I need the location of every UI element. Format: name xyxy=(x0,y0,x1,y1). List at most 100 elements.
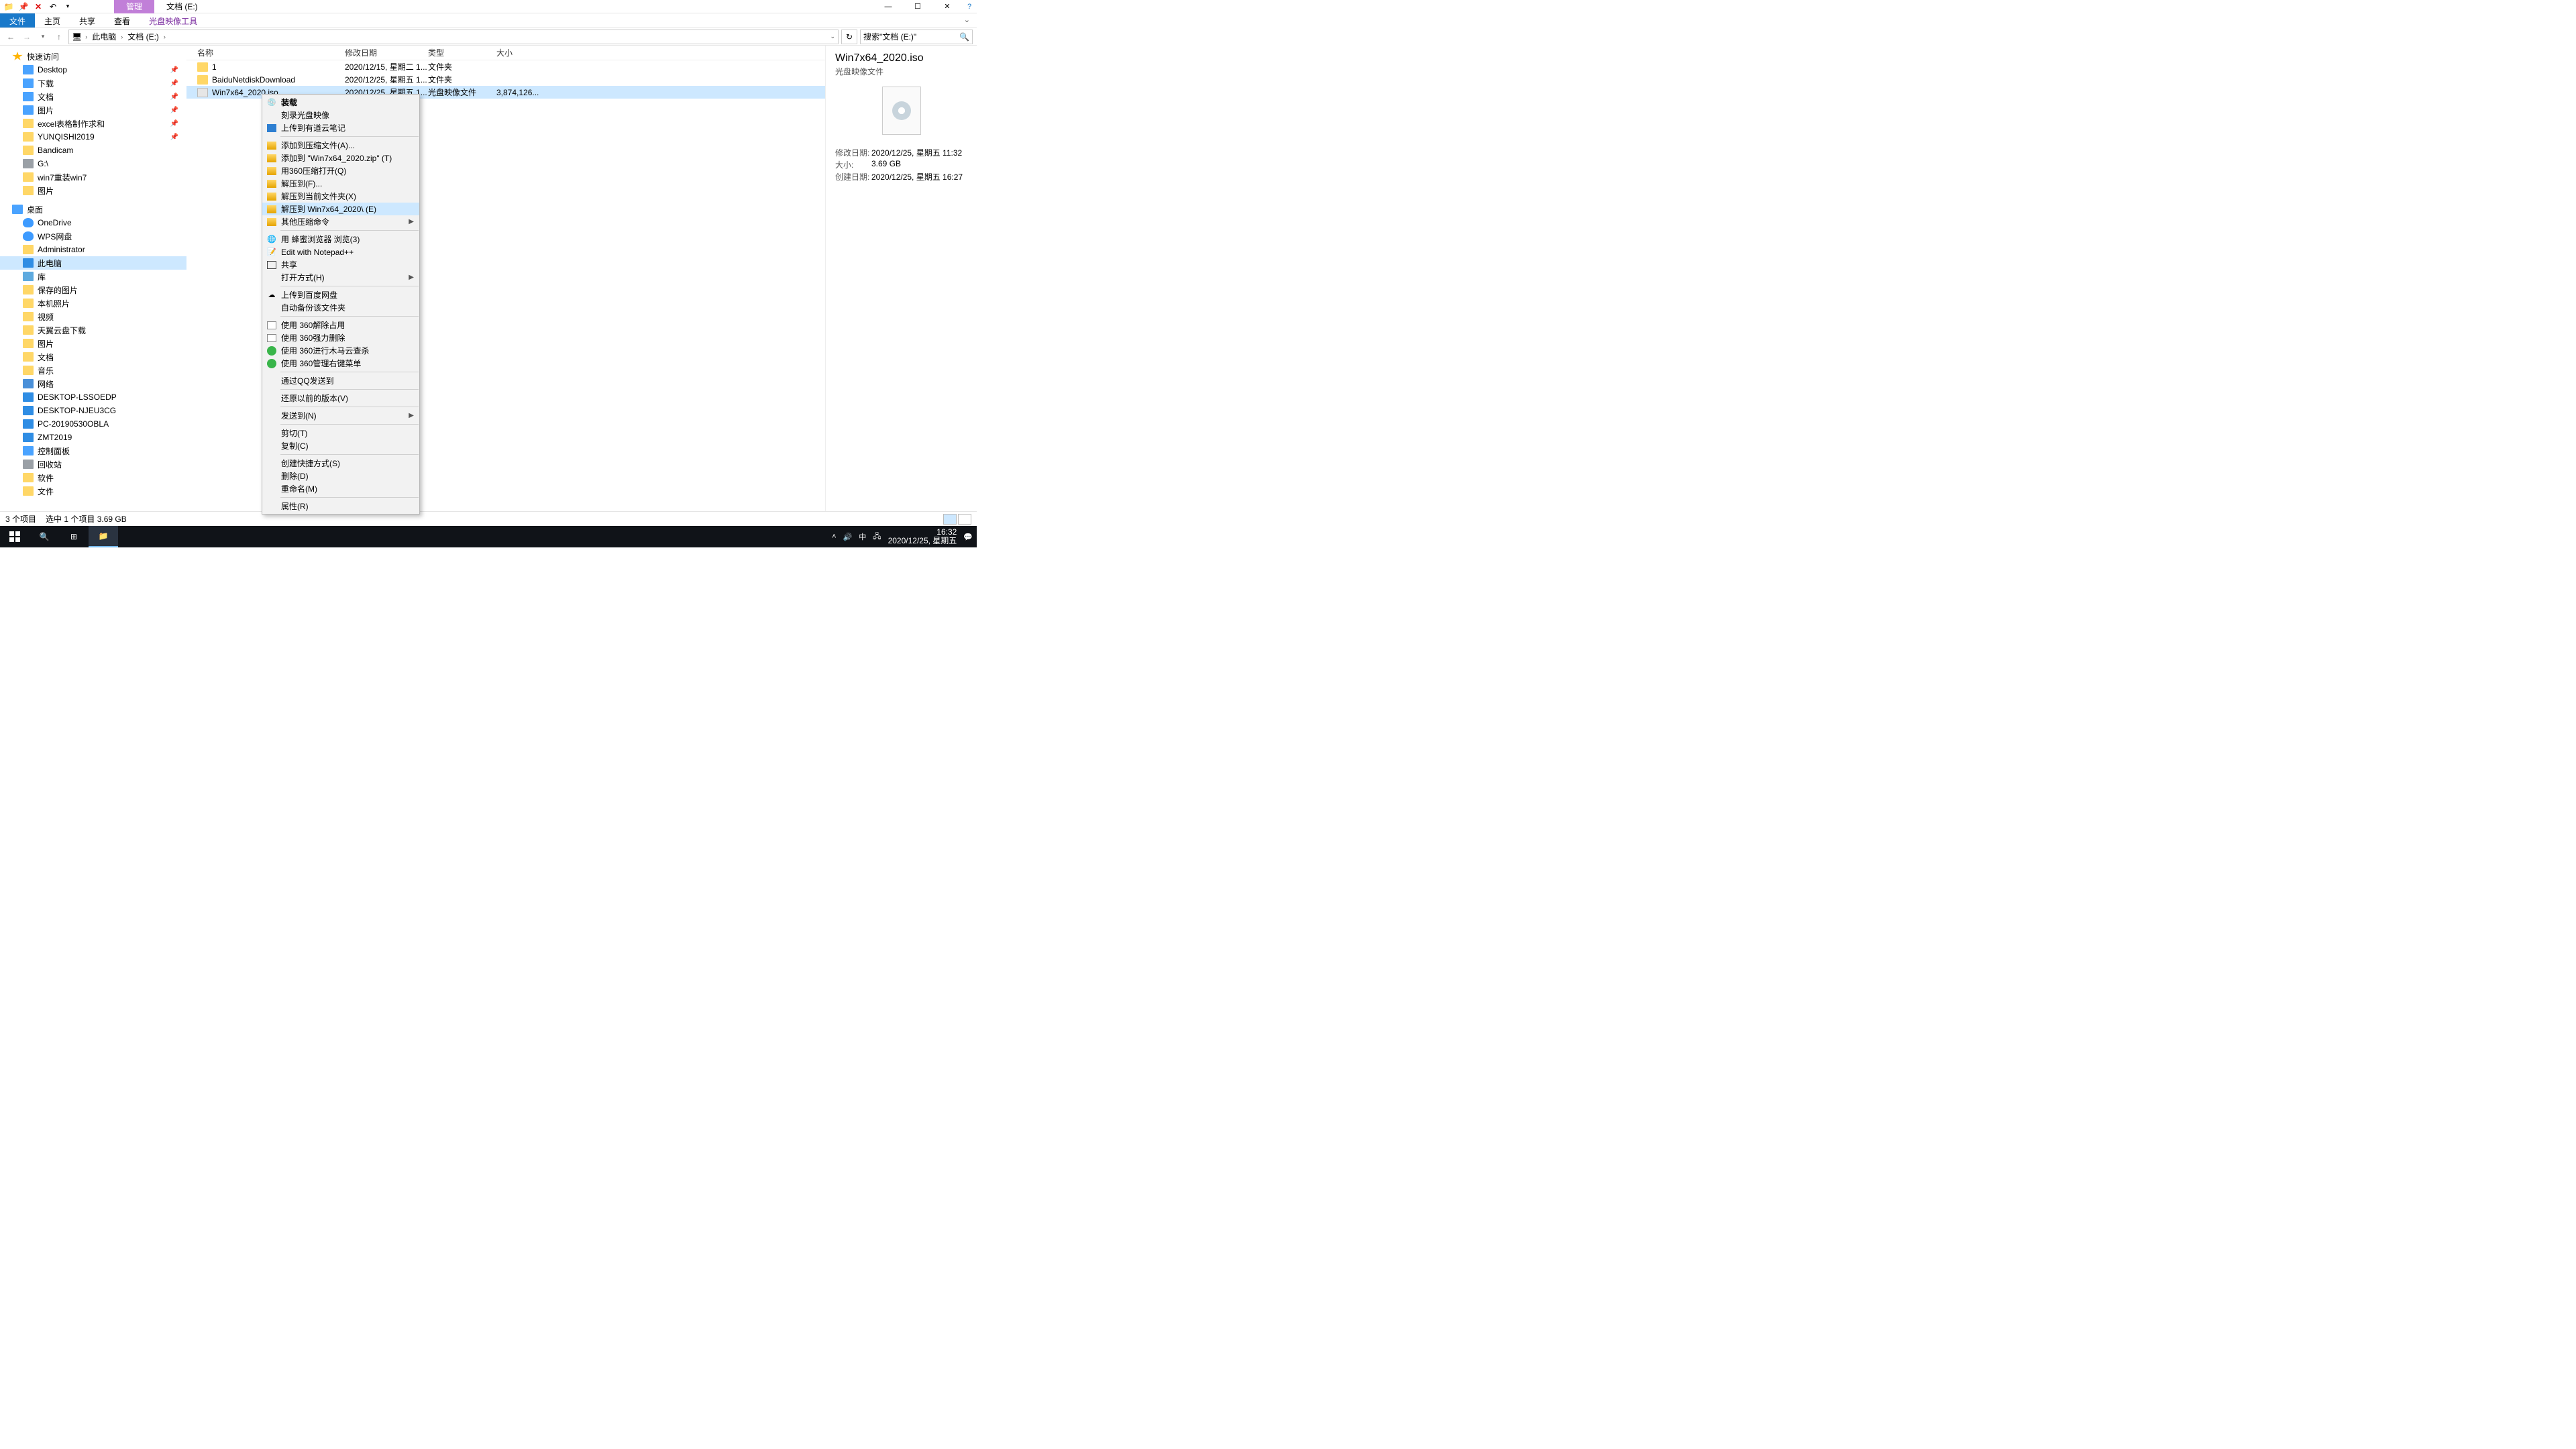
nav-up-button[interactable]: ↑ xyxy=(52,30,66,44)
nav-control[interactable]: 控制面板 xyxy=(0,444,186,458)
ctx-add-archive[interactable]: 添加到压缩文件(A)... xyxy=(262,139,419,152)
ctx-360-forcedel[interactable]: 使用 360强力删除 xyxy=(262,331,419,344)
nav-pics3[interactable]: 图片 xyxy=(0,337,186,350)
taskbar-clock[interactable]: 16:32 2020/12/25, 星期五 xyxy=(888,528,957,545)
network-icon[interactable]: 🖧 xyxy=(873,531,881,543)
nav-wps[interactable]: WPS网盘 xyxy=(0,229,186,243)
nav-network[interactable]: 网络 xyxy=(0,377,186,390)
nav-desktop-root[interactable]: 桌面 xyxy=(0,203,186,216)
nav-yunqishi[interactable]: YUNQISHI2019📌 xyxy=(0,130,186,144)
refresh-button[interactable]: ↻ xyxy=(841,30,857,44)
nav-pc3[interactable]: PC-20190530OBLA xyxy=(0,417,186,431)
ctx-browser[interactable]: 🌐用 蜂蜜浏览器 浏览(3) xyxy=(262,233,419,246)
nav-pc2[interactable]: DESKTOP-NJEU3CG xyxy=(0,404,186,417)
nav-recycle[interactable]: 回收站 xyxy=(0,458,186,471)
nav-bandicam[interactable]: Bandicam xyxy=(0,144,186,157)
nav-docs2[interactable]: 文档 xyxy=(0,350,186,364)
file-row[interactable]: BaiduNetdiskDownload 2020/12/25, 星期五 1..… xyxy=(186,73,825,86)
ctx-cut[interactable]: 剪切(T) xyxy=(262,427,419,439)
tab-disc-tools[interactable]: 光盘映像工具 xyxy=(140,13,207,28)
nav-onedrive[interactable]: OneDrive xyxy=(0,216,186,229)
nav-admin[interactable]: Administrator xyxy=(0,243,186,256)
col-name[interactable]: 名称 xyxy=(197,47,345,58)
breadcrumb-root[interactable]: 此电脑 xyxy=(91,31,117,42)
nav-tianyi[interactable]: 天翼云盘下载 xyxy=(0,323,186,337)
ctx-open-360zip[interactable]: 用360压缩打开(Q) xyxy=(262,164,419,177)
icons-view-button[interactable] xyxy=(958,514,971,525)
ctx-baidu[interactable]: ☁上传到百度网盘 xyxy=(262,288,419,301)
nav-pictures[interactable]: 图片📌 xyxy=(0,103,186,117)
nav-forward-button[interactable]: → xyxy=(20,30,34,44)
ctx-restore[interactable]: 还原以前的版本(V) xyxy=(262,392,419,405)
nav-thispc[interactable]: 此电脑 xyxy=(0,256,186,270)
col-date[interactable]: 修改日期 xyxy=(345,47,428,58)
tab-view[interactable]: 查看 xyxy=(105,13,140,28)
nav-quick-access[interactable]: 快速访问 xyxy=(0,50,186,63)
file-row[interactable]: 1 2020/12/15, 星期二 1... 文件夹 xyxy=(186,60,825,73)
ctx-qq-send[interactable]: 通过QQ发送到 xyxy=(262,374,419,387)
ime-indicator[interactable]: 中 xyxy=(859,531,866,542)
ctx-burn[interactable]: 刻录光盘映像 xyxy=(262,109,419,121)
nav-gdrive[interactable]: G:\ xyxy=(0,157,186,170)
ctx-360-manager[interactable]: 使用 360管理右键菜单 xyxy=(262,357,419,370)
ctx-properties[interactable]: 属性(R) xyxy=(262,500,419,513)
minimize-button[interactable]: — xyxy=(873,0,903,13)
ctx-copy[interactable]: 复制(C) xyxy=(262,439,419,452)
nav-files[interactable]: 文件 xyxy=(0,484,186,498)
ctx-youdao[interactable]: 上传到有道云笔记 xyxy=(262,121,419,134)
breadcrumb-seg[interactable]: 文档 (E:) xyxy=(126,31,160,42)
ctx-rename[interactable]: 重命名(M) xyxy=(262,482,419,495)
details-view-button[interactable] xyxy=(943,514,957,525)
search-input[interactable]: 搜索"文档 (E:)" 🔍 xyxy=(860,30,973,44)
tab-file[interactable]: 文件 xyxy=(0,13,35,28)
expand-ribbon-icon[interactable]: ⌄ xyxy=(957,13,977,28)
help-button[interactable]: ? xyxy=(962,0,977,13)
tab-share[interactable]: 共享 xyxy=(70,13,105,28)
nav-downloads[interactable]: 下载📌 xyxy=(0,76,186,90)
ctx-delete[interactable]: 删除(D) xyxy=(262,470,419,482)
nav-desktop[interactable]: Desktop📌 xyxy=(0,63,186,76)
ctx-extract-here[interactable]: 解压到当前文件夹(X) xyxy=(262,190,419,203)
chevron-right-icon[interactable]: › xyxy=(83,34,89,40)
ctx-openwith[interactable]: 打开方式(H)▶ xyxy=(262,271,419,284)
col-size[interactable]: 大小 xyxy=(496,47,550,58)
nav-pc4[interactable]: ZMT2019 xyxy=(0,431,186,444)
nav-music[interactable]: 音乐 xyxy=(0,364,186,377)
tray-chevron-icon[interactable]: ˄ xyxy=(832,533,836,541)
qat-dropdown-icon[interactable]: ▾ xyxy=(62,1,74,12)
ctx-extract-folder[interactable]: 解压到 Win7x64_2020\ (E) xyxy=(262,203,419,215)
maximize-button[interactable]: ☐ xyxy=(903,0,932,13)
ctx-360-unlock[interactable]: 使用 360解除占用 xyxy=(262,319,419,331)
ctx-extract-to[interactable]: 解压到(F)... xyxy=(262,177,419,190)
nav-pc1[interactable]: DESKTOP-LSSOEDP xyxy=(0,390,186,404)
volume-icon[interactable]: 🔊 xyxy=(843,533,853,541)
ctx-other-compress[interactable]: 其他压缩命令▶ xyxy=(262,215,419,228)
chevron-right-icon[interactable]: › xyxy=(162,34,168,40)
ctx-sendto[interactable]: 发送到(N)▶ xyxy=(262,409,419,422)
address-dropdown-icon[interactable]: ⌄ xyxy=(830,33,835,40)
nav-recent-button[interactable]: ▾ xyxy=(36,30,50,44)
chevron-right-icon[interactable]: › xyxy=(119,34,125,40)
nav-excel[interactable]: excel表格制作求和📌 xyxy=(0,117,186,130)
action-center-icon[interactable]: 💬 xyxy=(963,533,973,541)
ctx-notepad[interactable]: 📝Edit with Notepad++ xyxy=(262,246,419,258)
ctx-share[interactable]: 共享 xyxy=(262,258,419,271)
nav-documents[interactable]: 文档📌 xyxy=(0,90,186,103)
nav-localpics[interactable]: 本机照片 xyxy=(0,297,186,310)
address-bar[interactable]: 🖥 › 此电脑 › 文档 (E:) › ⌄ xyxy=(68,30,839,44)
nav-libraries[interactable]: 库 xyxy=(0,270,186,283)
qat-undo-icon[interactable]: ↶ xyxy=(47,1,59,12)
search-button[interactable]: 🔍 xyxy=(30,526,59,547)
start-button[interactable] xyxy=(0,526,30,547)
nav-software[interactable]: 软件 xyxy=(0,471,186,484)
qat-pin-icon[interactable]: 📌 xyxy=(17,1,30,12)
tab-home[interactable]: 主页 xyxy=(35,13,70,28)
nav-videos[interactable]: 视频 xyxy=(0,310,186,323)
ctx-shortcut[interactable]: 创建快捷方式(S) xyxy=(262,457,419,470)
nav-back-button[interactable]: ← xyxy=(4,30,17,44)
ctx-360-trojan[interactable]: 使用 360进行木马云查杀 xyxy=(262,344,419,357)
col-type[interactable]: 类型 xyxy=(428,47,496,58)
close-button[interactable]: ✕ xyxy=(932,0,962,13)
nav-win7reinstall[interactable]: win7重装win7 xyxy=(0,170,186,184)
qat-delete-icon[interactable]: ✕ xyxy=(32,1,44,12)
